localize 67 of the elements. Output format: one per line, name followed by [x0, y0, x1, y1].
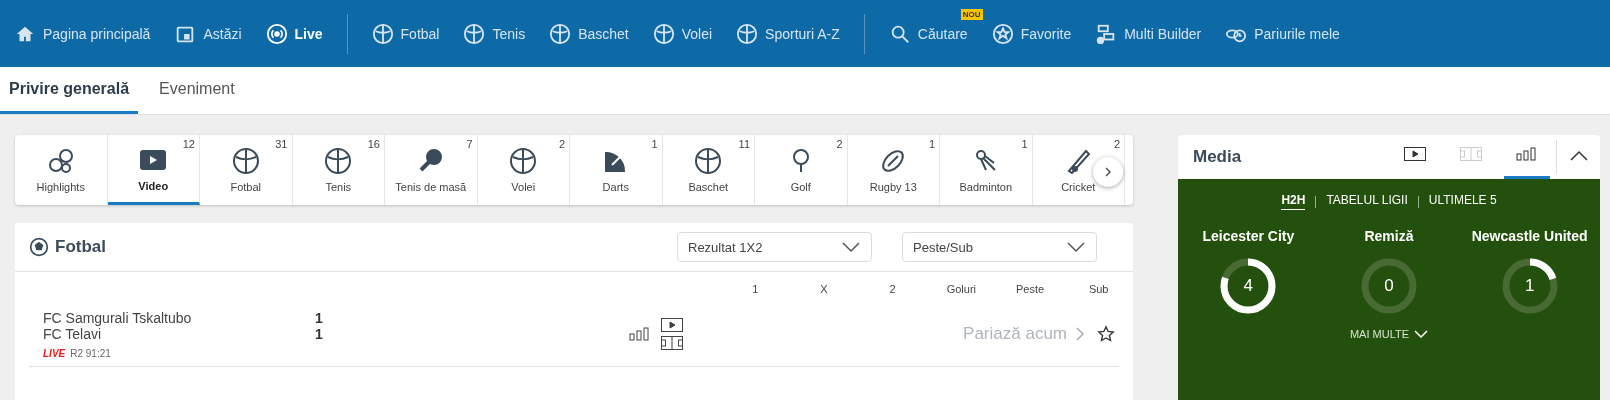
nav-link[interactable]: Tenis [463, 22, 526, 45]
chevron-right-icon [1102, 166, 1114, 178]
stats-icon [1516, 147, 1538, 161]
team-name: Newcastle United [1471, 228, 1588, 244]
balls-icon [46, 147, 75, 175]
stats-tab[interactable]: ULTIMELE 5 [1428, 193, 1497, 210]
sport-tile[interactable]: 1 Badminton [940, 135, 1033, 205]
nav-link[interactable]: Baschet [549, 22, 629, 45]
sport-tile[interactable]: 11 Baschet [662, 135, 755, 205]
chevron-down-icon [1066, 241, 1086, 253]
nav-link[interactable]: Pariurile mele [1225, 22, 1340, 45]
team-name: Remiză [1364, 228, 1414, 244]
star-icon[interactable] [1097, 325, 1115, 343]
chevron-right-icon [1075, 326, 1085, 342]
video-icon [1404, 147, 1426, 161]
tab[interactable]: Eveniment [150, 67, 244, 114]
column-header: 2 [888, 283, 897, 295]
ring-gauge [1359, 256, 1419, 316]
column-header: Sub [1087, 283, 1110, 295]
team-name: Leicester City [1202, 228, 1295, 244]
live-label: LIVE [43, 347, 66, 359]
stats-icon[interactable] [629, 327, 651, 341]
sport-tile[interactable]: 1 Darts [570, 135, 663, 205]
sport-tile[interactable]: 12 Video [107, 135, 200, 205]
column-header: Goluri [945, 283, 977, 295]
market-dropdown[interactable]: Peste/Sub [902, 232, 1097, 262]
team-name: FC Samgurali Tskaltubo [43, 310, 193, 326]
column-header: X [819, 283, 829, 295]
sport-tile[interactable]: 2 Volei [477, 135, 570, 205]
count: 4 [1243, 276, 1254, 296]
section-title: Fotbal [55, 237, 106, 257]
column-header: Peste [1014, 283, 1046, 295]
nav-link[interactable]: Pagina principală [14, 22, 151, 45]
pitch-icon[interactable] [661, 336, 683, 350]
chevron-down-icon [1414, 330, 1429, 338]
nav-link[interactable]: Live [265, 22, 323, 45]
sport-tile[interactable]: 2 Golf [755, 135, 848, 205]
chevron-up-icon [1568, 149, 1589, 162]
score: 1 [315, 310, 323, 326]
new-badge: NOU [960, 8, 983, 20]
nav-link[interactable]: Favorite [991, 22, 1072, 45]
count: 1 [1524, 276, 1535, 296]
show-more-link[interactable]: MAI MULTE [1349, 328, 1429, 340]
team-name: FC Telavi [43, 326, 103, 342]
sport-tile[interactable]: Highlights [15, 135, 108, 205]
score: 1 [315, 326, 323, 342]
nav-link[interactable]: Astăzi [174, 22, 242, 45]
live-icon [265, 22, 288, 45]
sport-tile[interactable]: 1 Rugby 13 [847, 135, 940, 205]
nav-link[interactable]: Multi Builder [1095, 22, 1202, 45]
nav-link[interactable]: Volei [652, 22, 713, 45]
nav-link[interactable]: Sporturi A-Z [736, 22, 840, 45]
stats-tab[interactable]: H2H [1281, 193, 1306, 210]
nav-link[interactable]: Fotbal [371, 22, 440, 45]
chevron-down-icon [841, 241, 861, 253]
video-icon[interactable] [661, 318, 683, 332]
stats-tab[interactable]: TABELUL LIGII [1326, 193, 1408, 210]
tab[interactable]: Privire generală [0, 67, 139, 114]
sport-tile[interactable]: 16 Tenis [292, 135, 385, 205]
column-header: 1 [751, 283, 760, 295]
sport-tile[interactable]: 7 Tenis de masă [385, 135, 478, 205]
pitch-icon [1460, 147, 1482, 161]
sport-tile[interactable]: 31 Fotbal [200, 135, 293, 205]
panel-title: Media [1193, 147, 1242, 167]
match-time: R2 91:21 [70, 347, 111, 359]
count: 0 [1384, 276, 1394, 296]
market-dropdown[interactable]: Rezultat 1X2 [677, 232, 872, 262]
